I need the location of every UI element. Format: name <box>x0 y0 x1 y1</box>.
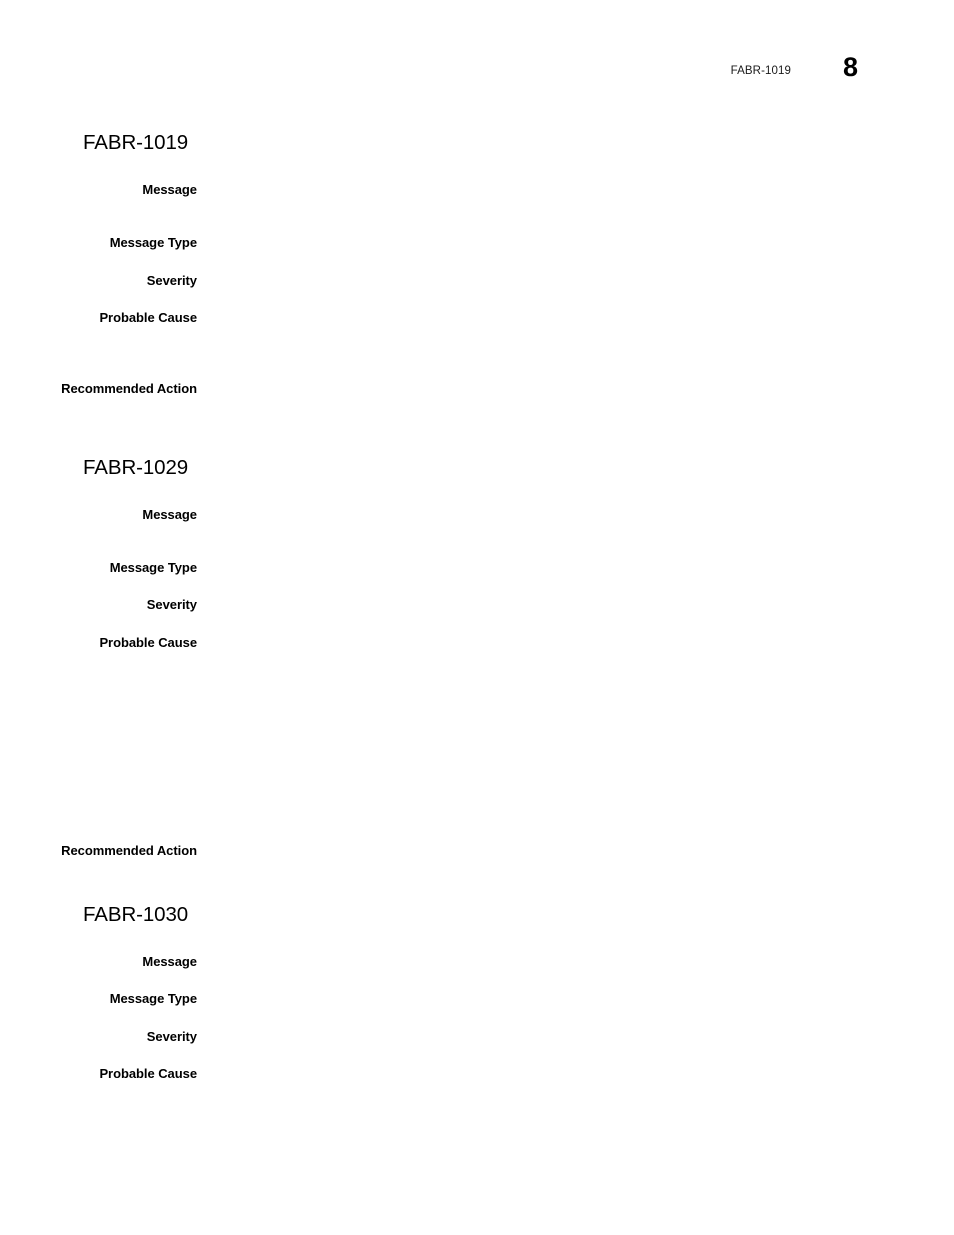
field-value <box>216 953 906 954</box>
section-heading: FABR-1029 <box>83 456 189 479</box>
field-label: Recommended Action <box>61 381 197 396</box>
field-label: Recommended Action <box>61 843 197 858</box>
field-label: Severity <box>146 597 197 612</box>
section-heading: FABR-1019 <box>83 131 189 154</box>
field-label: Probable Cause <box>99 635 197 650</box>
section-heading: FABR-1030 <box>83 903 189 926</box>
field-label: Message <box>142 954 197 969</box>
document-page: FABR-1019 8 FABR-1019 Message Message Type… <box>0 0 954 1235</box>
field-label: Message Type <box>109 235 197 250</box>
field-label: Probable Cause <box>99 310 197 325</box>
field-label: Message <box>142 507 197 522</box>
field-label: Message <box>142 182 197 197</box>
field-value <box>216 234 906 235</box>
field-value <box>216 842 906 843</box>
header-reference-label: FABR-1019 <box>730 65 791 77</box>
field-label: Message Type <box>109 991 197 1006</box>
field-value <box>216 181 906 182</box>
field-label: Severity <box>146 273 197 288</box>
field-value <box>216 1028 906 1029</box>
field-value <box>216 309 906 310</box>
field-label: Severity <box>146 1029 197 1044</box>
field-label: Probable Cause <box>99 1066 197 1081</box>
field-value <box>216 272 906 273</box>
field-value <box>216 380 906 381</box>
field-value <box>216 1065 906 1066</box>
page-number: 8 <box>842 52 858 82</box>
field-value <box>216 990 906 991</box>
field-value <box>216 596 906 597</box>
field-value <box>216 559 906 560</box>
field-value <box>216 506 906 507</box>
page-header: FABR-1019 8 <box>0 54 954 94</box>
field-value <box>216 634 906 635</box>
field-label: Message Type <box>109 560 197 575</box>
